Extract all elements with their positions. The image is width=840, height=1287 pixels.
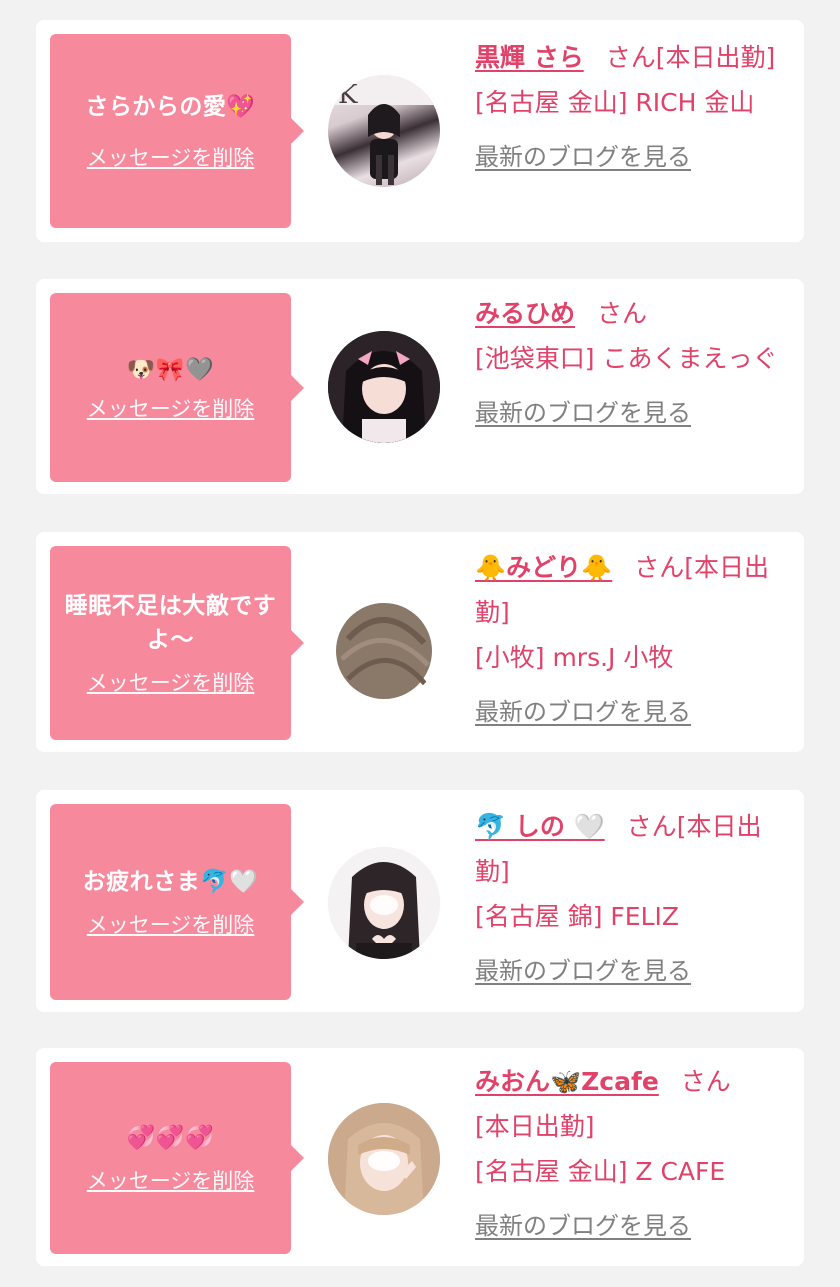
girl-card: お疲れさま🐬🤍 メッセージを削除 🐬 しの 🤍 さん[本日出勤] [名古屋 錦] … — [36, 790, 804, 1012]
avatar[interactable] — [328, 589, 440, 701]
honorific: さん — [597, 299, 648, 328]
work-status: [本日出勤] — [475, 1112, 595, 1141]
girl-info: 🐥みどり🐥 さん[本日出勤] [小牧] mrs.J 小牧 最新のブログを見る — [475, 545, 795, 735]
message-text: お疲れさま🐬🤍 — [82, 869, 259, 895]
shop-info: [池袋東口] こあくまえっぐ — [475, 344, 778, 373]
shop-info: [小牧] mrs.J 小牧 — [475, 643, 674, 672]
latest-blog-link[interactable]: 最新のブログを見る — [475, 690, 795, 735]
avatar[interactable] — [328, 331, 440, 443]
avatar-photo-icon — [328, 331, 440, 443]
latest-blog-link[interactable]: 最新のブログを見る — [475, 1204, 795, 1249]
avatar-photo-icon: K — [328, 75, 440, 185]
honorific: さん — [680, 1067, 731, 1096]
girl-info: みるひめ さん [池袋東口] こあくまえっぐ 最新のブログを見る — [475, 291, 795, 436]
avatar[interactable]: K — [328, 75, 440, 187]
honorific: さん — [605, 43, 656, 72]
shop-info: [名古屋 金山] Z CAFE — [475, 1157, 726, 1186]
girl-info: 🐬 しの 🤍 さん[本日出勤] [名古屋 錦] FELIZ 最新のブログを見る — [475, 804, 795, 994]
girl-name-link[interactable]: みおん🦋Zcafe — [475, 1067, 659, 1096]
girl-name-link[interactable]: みるひめ — [475, 299, 575, 328]
shop-info: [名古屋 金山] RICH 金山 — [475, 88, 755, 117]
work-status: [本日出勤] — [655, 43, 776, 72]
girl-card: 睡眠不足は大敵ですよ〜 メッセージを削除 🐥みどり🐥 さん[本日出勤] [小牧] … — [36, 532, 804, 752]
delete-message-link[interactable]: メッセージを削除 — [87, 909, 255, 939]
message-text: 睡眠不足は大敵ですよ〜 — [64, 593, 277, 653]
girl-info: みおん🦋Zcafe さん [本日出勤] [名古屋 金山] Z CAFE 最新のブロ… — [475, 1059, 795, 1249]
delete-message-link[interactable]: メッセージを削除 — [87, 667, 255, 697]
girl-info: 黒輝 さら さん[本日出勤] [名古屋 金山] RICH 金山 最新のブログを見る — [475, 35, 795, 180]
message-bubble: 睡眠不足は大敵ですよ〜 メッセージを削除 — [50, 546, 304, 740]
message-bubble: さらからの愛💖 メッセージを削除 — [50, 34, 304, 228]
latest-blog-link[interactable]: 最新のブログを見る — [475, 135, 795, 180]
avatar-photo-icon — [328, 589, 440, 701]
svg-text:K: K — [338, 80, 358, 110]
avatar-photo-icon — [328, 847, 440, 959]
delete-message-link[interactable]: メッセージを削除 — [87, 1165, 255, 1195]
message-bubble: 🐶🎀🩶 メッセージを削除 — [50, 293, 304, 482]
message-text: 🐶🎀🩶 — [126, 356, 215, 383]
message-bubble: お疲れさま🐬🤍 メッセージを削除 — [50, 804, 304, 1000]
message-text: 💞💞💞 — [126, 1125, 215, 1151]
girl-name-link[interactable]: 🐥みどり🐥 — [475, 553, 612, 582]
avatar-photo-icon — [328, 1103, 440, 1215]
message-text: さらからの愛💖 — [85, 94, 256, 120]
delete-message-link[interactable]: メッセージを削除 — [87, 393, 255, 423]
message-bubble: 💞💞💞 メッセージを削除 — [50, 1062, 304, 1254]
girl-card: 💞💞💞 メッセージを削除 みおん🦋Zcafe さん [本日出勤] [名古屋 金山]… — [36, 1048, 804, 1266]
delete-message-link[interactable]: メッセージを削除 — [87, 142, 255, 172]
girl-card: さらからの愛💖 メッセージを削除 K 黒輝 さら さん[本日出勤] [名古屋 金山… — [36, 20, 804, 242]
latest-blog-link[interactable]: 最新のブログを見る — [475, 949, 795, 994]
girl-name-link[interactable]: 🐬 しの 🤍 — [475, 812, 605, 841]
shop-info: [名古屋 錦] FELIZ — [475, 902, 680, 931]
avatar[interactable] — [328, 1103, 440, 1215]
honorific: さん — [634, 553, 685, 582]
honorific: さん — [626, 812, 677, 841]
girl-name-link[interactable]: 黒輝 さら — [475, 43, 584, 72]
latest-blog-link[interactable]: 最新のブログを見る — [475, 391, 795, 436]
avatar[interactable] — [328, 847, 440, 959]
girl-card: 🐶🎀🩶 メッセージを削除 みるひめ さん [池袋東口] こあくまえっぐ 最新のブロ… — [36, 279, 804, 494]
